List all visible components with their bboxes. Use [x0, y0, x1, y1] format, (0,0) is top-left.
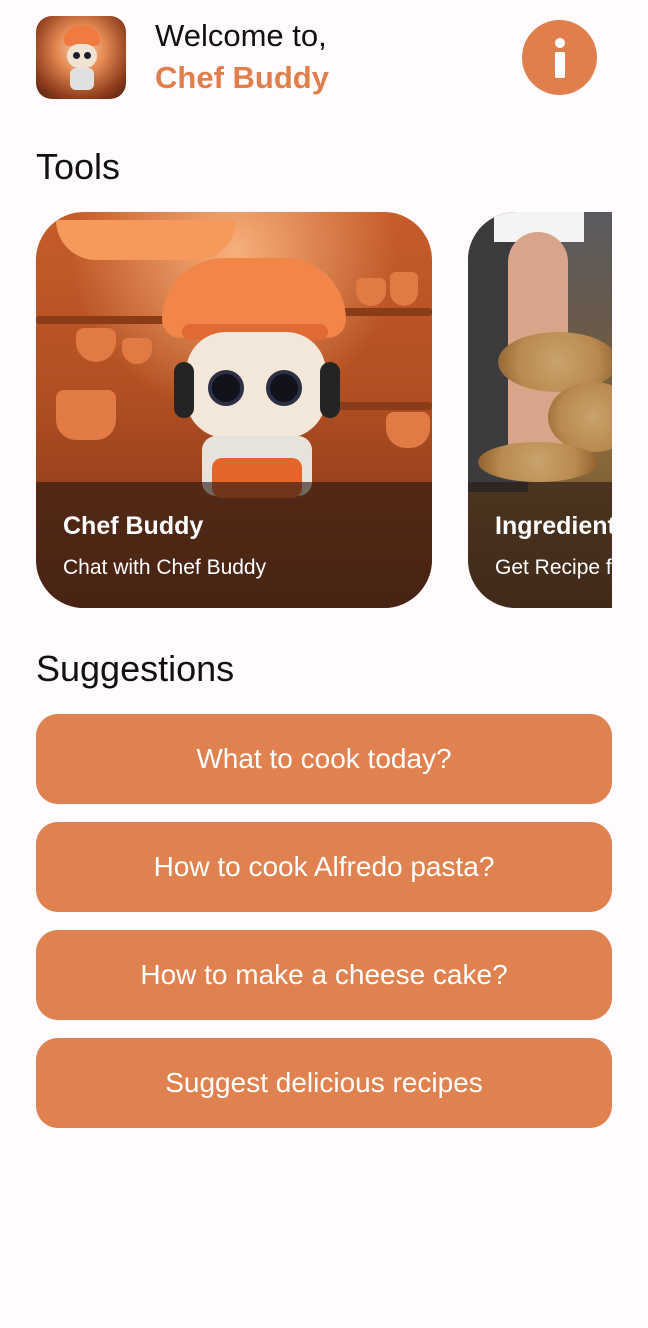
robot-chef-head [186, 332, 326, 438]
tools-heading: Tools [36, 146, 121, 187]
suggestion-button[interactable]: What to cook today? [36, 714, 612, 804]
suggestion-button[interactable]: How to cook Alfredo pasta? [36, 822, 612, 912]
tool-card-chef-buddy[interactable]: Chef Buddy Chat with Chef Buddy [36, 212, 432, 608]
suggestions-heading: Suggestions [36, 648, 235, 689]
card-title: Ingredients [495, 512, 612, 540]
home-screen: Welcome to, Chef Buddy Tools Chef Buddy … [0, 0, 648, 1328]
brand-name: Chef Buddy [155, 60, 329, 95]
lamp-decoration [56, 220, 236, 260]
suggestion-button[interactable]: How to make a cheese cake? [36, 930, 612, 1020]
card-overlay [36, 482, 432, 608]
tool-card-ingredients[interactable]: Ingredients Get Recipe from Ingredients [468, 212, 612, 608]
tools-carousel[interactable]: Chef Buddy Chat with Chef Buddy Ingredie… [36, 212, 612, 608]
chef-robot-avatar [36, 16, 126, 99]
header: Welcome to, Chef Buddy [36, 16, 612, 100]
info-button[interactable] [522, 20, 597, 95]
card-subtitle: Get Recipe from Ingredients [495, 556, 612, 579]
card-subtitle: Chat with Chef Buddy [63, 556, 267, 579]
welcome-text: Welcome to, [155, 18, 327, 53]
suggestion-button[interactable]: Suggest delicious recipes [36, 1038, 612, 1128]
info-icon [554, 37, 565, 78]
card-overlay [468, 482, 612, 608]
card-title: Chef Buddy [63, 512, 204, 540]
